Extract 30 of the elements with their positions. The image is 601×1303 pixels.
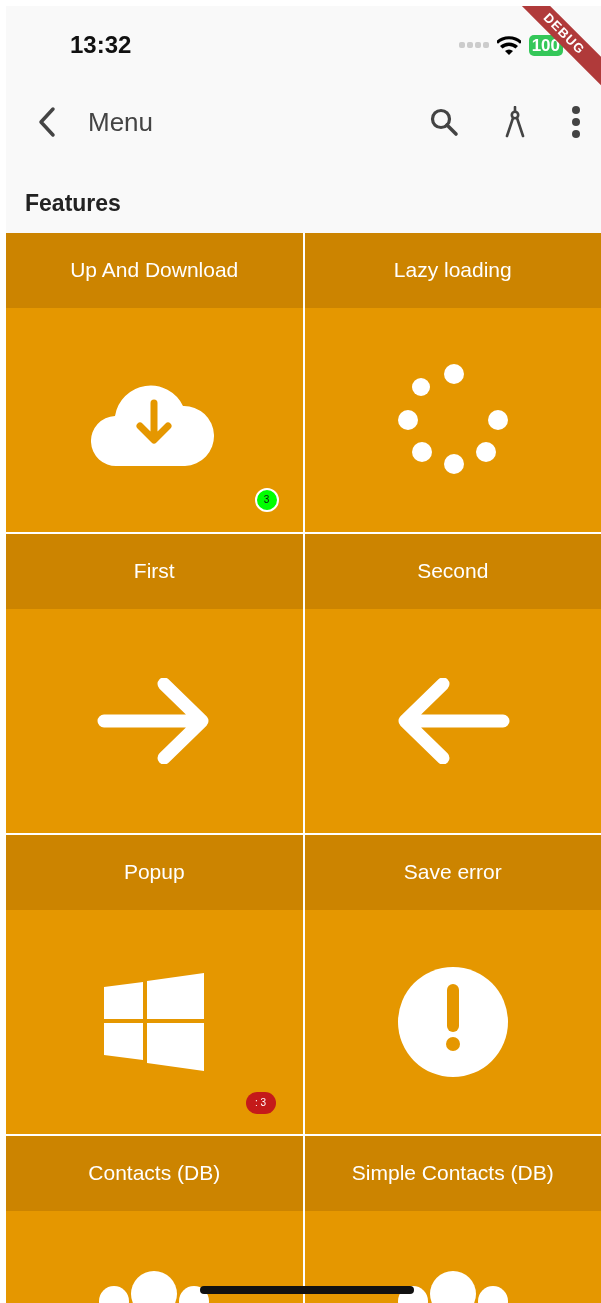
tile-title: Contacts (DB) <box>6 1135 303 1211</box>
tile-title: Simple Contacts (DB) <box>304 1135 601 1211</box>
feature-tile[interactable]: Contacts (DB) <box>6 1135 303 1303</box>
feature-tile[interactable]: Save error <box>304 834 601 1134</box>
tile-title: First <box>6 533 303 609</box>
feature-tile[interactable]: Lazy loading <box>304 232 601 532</box>
compass-drawing-tool-icon[interactable] <box>505 106 525 138</box>
tile-title: Lazy loading <box>304 232 601 308</box>
wifi-icon <box>496 35 521 55</box>
search-icon[interactable] <box>429 107 459 137</box>
alert-circle-icon <box>396 965 509 1078</box>
back-icon[interactable] <box>36 106 58 138</box>
feature-tile[interactable]: Popup : 3 <box>6 834 303 1134</box>
loading-spinner-icon <box>397 363 508 476</box>
tile-title: Up And Download <box>6 232 303 308</box>
tile-title: Popup <box>6 834 303 910</box>
app-bar-title: Menu <box>88 105 154 139</box>
feature-tile[interactable]: Second <box>304 533 601 833</box>
section-heading: Features <box>24 189 122 218</box>
status-time: 13:32 <box>70 30 132 60</box>
tile-title: Save error <box>304 834 601 910</box>
count-badge: : 3 <box>245 1091 276 1114</box>
windows-logo-icon <box>104 972 205 1071</box>
more-options-icon[interactable] <box>571 106 581 138</box>
tile-title: Second <box>304 533 601 609</box>
count-badge: 3 <box>254 487 279 512</box>
feature-tile[interactable]: Up And Download 3 <box>6 232 303 532</box>
feature-tile[interactable]: Simple Contacts (DB) <box>304 1135 601 1303</box>
cellular-signal-icon <box>458 41 489 49</box>
feature-tile[interactable]: First <box>6 533 303 833</box>
